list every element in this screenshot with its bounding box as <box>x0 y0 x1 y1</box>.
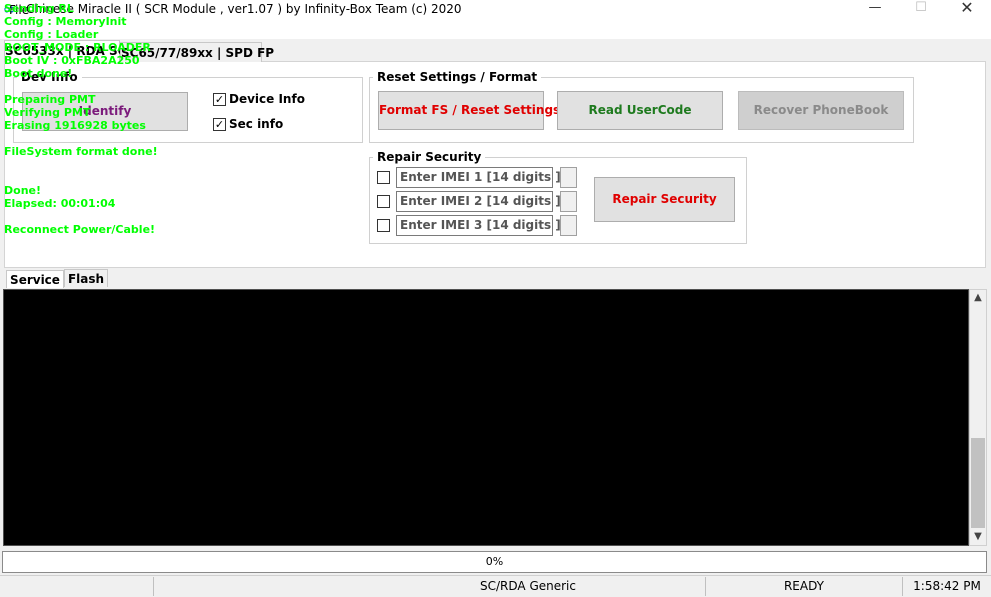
log-line: Elapsed: 00:01:04 <box>4 197 116 210</box>
log-line: Reconnect Power/Cable! <box>4 223 156 236</box>
log-console[interactable] <box>3 289 969 546</box>
log-line: BOOT_MODE : RLOADER <box>4 41 151 54</box>
imei3-side-button[interactable] <box>560 215 577 236</box>
close-button[interactable]: ✕ <box>944 0 990 19</box>
imei3-checkbox[interactable] <box>377 219 390 232</box>
recover-phonebook-button[interactable]: Recover PhoneBook <box>738 91 904 130</box>
sec-info-label: Sec info <box>229 117 284 131</box>
log-line: Config : Loader <box>4 28 99 41</box>
progress-label: 0% <box>485 555 504 568</box>
imei1-side-button[interactable] <box>560 167 577 188</box>
log-lines: Sending RL Config : MemoryInit Config : Lo… <box>4 2 158 236</box>
device-info-label: Device Info <box>229 92 305 106</box>
reset-settings-title: Reset Settings / Format <box>373 70 542 84</box>
repair-security-button[interactable]: Repair Security <box>594 177 735 222</box>
tab-flash[interactable]: Flash <box>64 269 108 287</box>
maximize-button[interactable]: ☐ <box>898 0 944 19</box>
log-line: Sending RL <box>4 2 74 15</box>
status-time: 1:58:42 PM <box>902 577 991 596</box>
scroll-thumb[interactable] <box>971 438 985 528</box>
status-segment-1 <box>0 577 153 596</box>
log-line: Boot IV : 0xFBA2A250 <box>4 54 140 67</box>
imei3-input[interactable]: Enter IMEI 3 [14 digits ] <box>396 215 561 236</box>
imei2-checkbox[interactable] <box>377 195 390 208</box>
scroll-up-icon[interactable]: ▲ <box>971 291 985 305</box>
sec-info-checkbox[interactable]: ✓ <box>213 118 226 131</box>
read-usercode-button[interactable]: Read UserCode <box>557 91 723 130</box>
format-fs-button[interactable]: Format FS / Reset Settings <box>378 91 560 130</box>
log-line: Boot done! <box>4 67 73 80</box>
imei2-side-button[interactable] <box>560 191 577 212</box>
log-line: Verifying PMT <box>4 106 91 119</box>
log-line: Done! <box>4 184 41 197</box>
minimize-button[interactable]: — <box>852 0 898 19</box>
log-line: Config : MemoryInit <box>4 15 127 28</box>
log-line: FileSystem format done! <box>4 145 158 158</box>
imei1-checkbox[interactable] <box>377 171 390 184</box>
repair-security-title: Repair Security <box>373 150 486 164</box>
log-line: Erasing 1916928 bytes <box>4 119 146 132</box>
tab-service[interactable]: Service <box>6 270 64 288</box>
scroll-down-icon[interactable]: ▼ <box>971 530 985 544</box>
imei2-input[interactable]: Enter IMEI 2 [14 digits ] <box>396 191 561 212</box>
imei1-input[interactable]: Enter IMEI 1 [14 digits ] <box>396 167 561 188</box>
log-line: Preparing PMT <box>4 93 96 106</box>
status-state: READY <box>705 577 902 596</box>
device-info-checkbox[interactable]: ✓ <box>213 93 226 106</box>
